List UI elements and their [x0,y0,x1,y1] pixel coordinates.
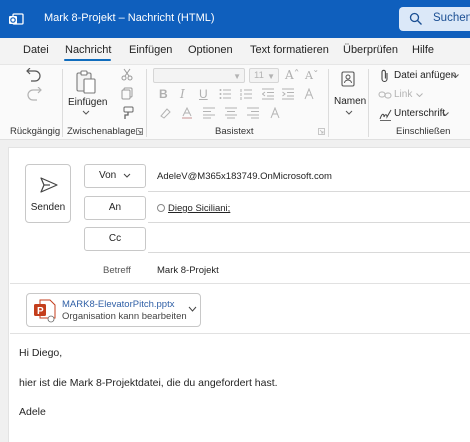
ribbon-tabs: Datei Nachricht Einfügen Optionen Text f… [0,38,470,64]
font-color-icon[interactable] [181,107,193,119]
search-label: Suchen [433,12,470,24]
cc-label: Cc [108,233,122,244]
align-right-icon[interactable] [247,107,259,119]
numbered-list-icon[interactable] [240,88,252,100]
signature-label: Unterschrift [394,108,446,119]
group-label-undo: Rückgängig [10,126,61,137]
send-icon [40,177,58,193]
bold-icon[interactable]: B [159,87,168,101]
paperclip-icon [381,69,388,83]
tab-nachricht[interactable]: Nachricht [65,44,111,56]
tab-datei[interactable]: Datei [23,44,49,56]
from-underline [148,191,470,192]
body-greeting: Hi Diego, [19,347,63,359]
address-book-icon[interactable] [341,71,355,87]
format-painter-icon[interactable] [120,106,134,120]
font-size-combo[interactable]: 11 ▼ [249,68,279,83]
chevron-down-icon [452,74,459,78]
highlight-icon[interactable] [158,107,172,119]
cc-button[interactable]: Cc [84,227,146,251]
to-recipient[interactable]: Diego Siciliani; [168,203,230,214]
subject-input[interactable]: Mark 8-Projekt [157,265,219,276]
active-tab-indicator [64,59,111,61]
ribbon: Rückgängig Einfügen Zwischenablage ▼ 11 … [0,64,470,140]
copy-icon[interactable] [121,87,133,100]
send-label: Senden [30,202,66,213]
tab-optionen[interactable]: Optionen [188,44,233,56]
chevron-down-icon[interactable] [345,110,353,115]
chevron-down-icon[interactable] [188,306,197,312]
chevron-down-icon [442,112,449,116]
attachment-permission: Organisation kann bearbeiten [62,311,187,322]
from-label: Von [98,170,117,181]
search-box[interactable]: Suchen [399,7,470,31]
subject-label: Betreff [103,265,131,276]
cut-icon[interactable] [121,68,133,81]
signature-icon [379,109,392,121]
underline-icon[interactable]: U [199,87,208,101]
group-label-clipboard: Zwischenablage [67,126,136,137]
group-label-basic-text: Basistext [215,126,254,137]
bullet-list-icon[interactable] [219,88,231,100]
from-button[interactable]: Von [84,164,146,188]
attach-file-label: Datei anfügen [394,70,457,81]
dialog-launcher-icon[interactable] [318,128,325,135]
svg-text:P: P [37,306,44,317]
chevron-down-icon [416,93,423,97]
tab-text-formatieren[interactable]: Text formatieren [250,44,329,56]
body-signature: Adele [19,406,46,418]
attachment-card[interactable]: P MARK8-ElevatorPitch.pptx Organisation … [26,293,201,327]
tab-ueberpruefen[interactable]: Überprüfen [343,44,398,56]
to-button[interactable]: An [84,196,146,220]
styles-icon[interactable] [269,107,281,119]
chevron-down-icon: ▼ [267,72,275,81]
tab-einfuegen[interactable]: Einfügen [129,44,172,56]
outlook-app-icon [9,13,24,25]
paste-icon[interactable] [74,69,98,95]
chevron-down-icon: ▼ [233,72,241,81]
chevron-down-icon[interactable] [82,110,90,115]
clear-formatting-icon[interactable] [303,88,315,100]
cc-field-underline[interactable] [148,252,470,253]
from-value: AdeleV@M365x183749.OnMicrosoft.com [157,171,332,182]
grow-font-icon[interactable]: Aˆ [285,68,300,82]
decrease-indent-icon[interactable] [262,88,274,100]
attachment-name: MARK8-ElevatorPitch.pptx [62,299,175,310]
to-field-underline[interactable] [148,222,470,223]
undo-icon[interactable] [26,68,42,82]
link-label: Link [394,89,413,100]
group-separator [62,69,63,137]
body-line-1: hier ist die Mark 8-Projektdatei, die du… [19,377,278,389]
align-center-icon[interactable] [225,107,237,119]
font-name-combo[interactable]: ▼ [153,68,245,83]
tab-hilfe[interactable]: Hilfe [412,44,434,56]
presence-icon [157,204,165,212]
group-label-include: Einschließen [396,126,451,137]
align-left-icon[interactable] [203,107,215,119]
italic-icon[interactable]: I [180,87,185,101]
chevron-down-icon [123,173,131,178]
paste-label[interactable]: Einfügen [68,97,107,108]
increase-indent-icon[interactable] [282,88,294,100]
attachment-divider [10,333,470,334]
redo-icon[interactable] [26,87,42,101]
link-icon [378,91,392,99]
title-bar: Mark 8-Projekt – Nachricht (HTML) Suchen [0,0,470,38]
header-divider [10,283,470,284]
dialog-launcher-icon[interactable] [136,128,143,135]
font-size-value: 11 [254,70,264,81]
powerpoint-file-icon: P [34,299,56,323]
names-label[interactable]: Namen [334,96,366,107]
to-label: An [108,202,122,213]
search-icon [409,12,422,25]
group-separator [146,69,147,137]
group-separator [328,69,329,137]
group-separator [368,69,369,137]
window-title: Mark 8-Projekt – Nachricht (HTML) [44,12,215,24]
shrink-font-icon[interactable]: Aˇ [305,69,318,82]
send-button[interactable]: Senden [25,164,71,223]
